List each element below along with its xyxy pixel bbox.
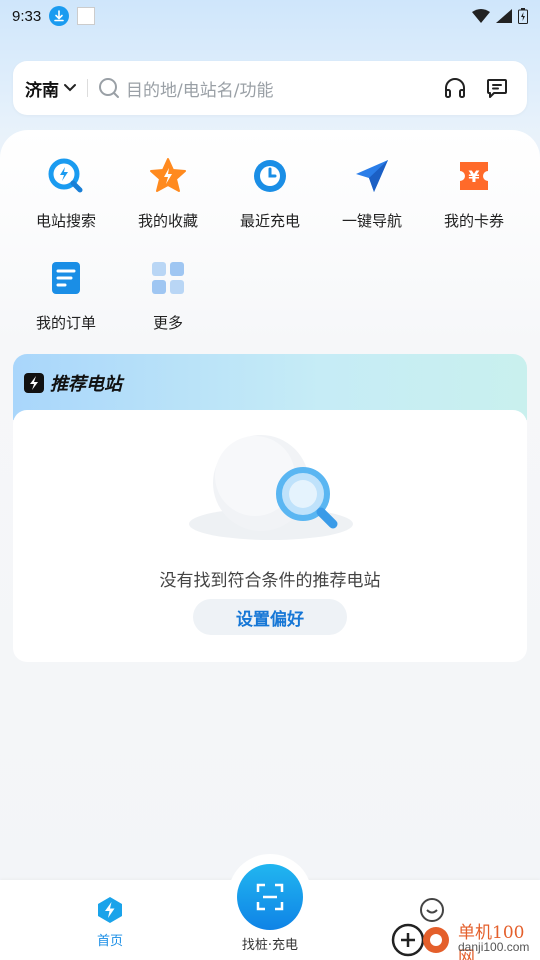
- quick-action-label: 我的卡券: [443, 212, 504, 230]
- battery-icon: [518, 8, 528, 24]
- status-indicators: [472, 8, 528, 24]
- quick-action-label: 一键导航: [341, 212, 402, 230]
- status-time: 9:33: [12, 7, 42, 25]
- quick-action-favorites[interactable]: 我的收藏: [116, 156, 220, 231]
- city-label: 济南: [25, 80, 59, 101]
- app-notification-icon: [77, 7, 96, 25]
- search-input[interactable]: 目的地/电站名/功能: [126, 76, 443, 101]
- station-search-icon: [46, 156, 86, 196]
- recommend-title: 推荐电站: [24, 370, 122, 396]
- recommend-card: 没有找到符合条件的推荐电站 设置偏好: [13, 410, 527, 662]
- signal-icon: [496, 9, 512, 23]
- bolt-icon: [24, 373, 44, 393]
- scan-icon: [256, 883, 284, 911]
- headset-icon[interactable]: [443, 76, 467, 100]
- city-selector[interactable]: 济南: [25, 76, 77, 101]
- wifi-icon: [472, 9, 490, 23]
- empty-search-illustration: [189, 435, 353, 540]
- quick-action-label: 电站搜索: [35, 212, 96, 230]
- more-grid-icon: [148, 258, 188, 298]
- chevron-down-icon: [64, 84, 76, 92]
- quick-action-label: 我的收藏: [137, 212, 198, 230]
- search-icon: [99, 78, 119, 98]
- clock-icon: [250, 156, 290, 196]
- navigation-icon: [352, 156, 392, 196]
- quick-action-station-search[interactable]: 电站搜索: [14, 156, 118, 231]
- divider: [87, 79, 88, 97]
- quick-action-label: 最近充电: [239, 212, 300, 230]
- recommend-title-text: 推荐电站: [50, 374, 122, 395]
- quick-action-label: 更多: [152, 314, 183, 332]
- search-bar: 济南 目的地/电站名/功能: [13, 61, 527, 115]
- star-icon: [148, 156, 188, 196]
- status-bar: 9:33: [0, 0, 540, 32]
- coupon-icon: ¥: [454, 156, 494, 196]
- quick-action-more[interactable]: 更多: [116, 258, 220, 333]
- quick-action-coupons[interactable]: ¥ 我的卡券: [422, 156, 526, 231]
- message-icon[interactable]: [485, 76, 509, 100]
- quick-action-label: 我的订单: [35, 314, 96, 332]
- download-icon: [49, 6, 70, 26]
- empty-state-text: 没有找到符合条件的推荐电站: [159, 571, 381, 591]
- watermark-logo: 单机100网 danji100.com: [388, 896, 540, 960]
- quick-action-recent-charge[interactable]: 最近充电: [218, 156, 322, 231]
- home-bolt-icon: [98, 897, 122, 923]
- quick-action-orders[interactable]: 我的订单: [14, 258, 118, 333]
- watermark-url: danji100.com: [458, 940, 530, 954]
- scan-charge-button[interactable]: [237, 864, 303, 930]
- order-icon: [46, 258, 86, 298]
- quick-action-navigation[interactable]: 一键导航: [320, 156, 424, 231]
- set-preference-button[interactable]: 设置偏好: [193, 599, 347, 635]
- svg-text:¥: ¥: [468, 167, 479, 186]
